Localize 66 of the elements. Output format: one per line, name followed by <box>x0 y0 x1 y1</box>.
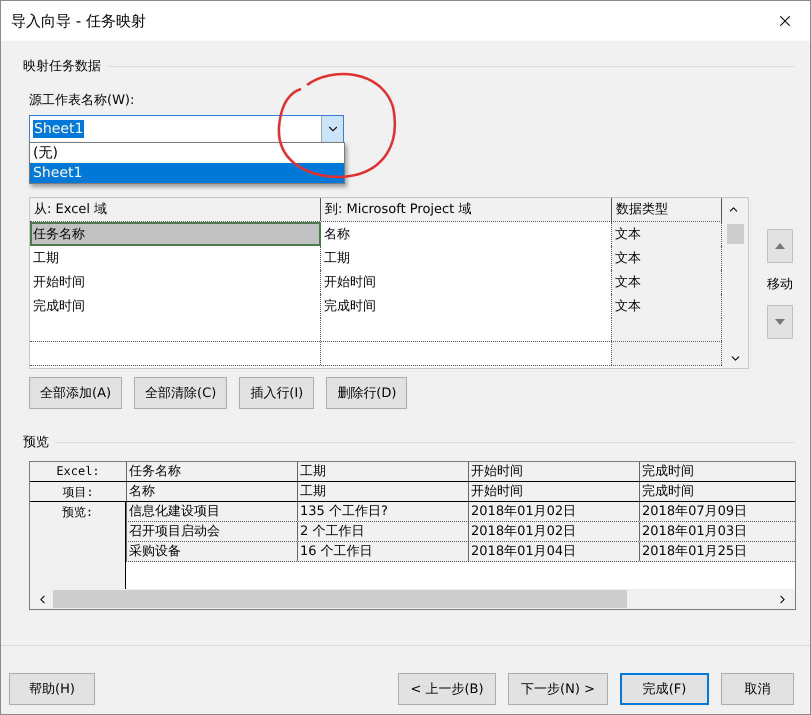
table-cell[interactable]: 任务名称 <box>30 222 321 246</box>
table-cell[interactable]: 完成时间 <box>30 294 321 318</box>
footer-button[interactable]: 帮助(H) <box>9 673 95 705</box>
footer-button[interactable]: 下一步(N) > <box>508 673 608 705</box>
preview-cell: 采购设备 <box>126 542 297 561</box>
table-cell[interactable] <box>612 342 722 365</box>
group-heading: 映射任务数据 <box>23 58 101 75</box>
preview-cell: 2 个工作日 <box>297 522 468 541</box>
preview-cell: 2018年01月02日 <box>468 502 639 521</box>
grid-button[interactable]: 插入行(I) <box>239 377 314 409</box>
move-up-button[interactable] <box>767 229 793 263</box>
preview-cell: 召开项目启动会 <box>126 522 297 541</box>
group-heading: 预览 <box>23 434 49 451</box>
column-header[interactable]: 到: Microsoft Project 域 <box>321 198 612 221</box>
footer-button[interactable]: 完成(F) <box>620 673 709 705</box>
column-header[interactable]: 从: Excel 域 <box>30 198 321 221</box>
dropdown-option[interactable]: Sheet1 <box>30 163 344 183</box>
window-title: 导入向导 - 任务映射 <box>11 12 146 30</box>
dropdown-button[interactable] <box>321 116 343 142</box>
preview-cell: 完成时间 <box>639 482 795 501</box>
preview-cell: 2018年01月02日 <box>468 522 639 541</box>
table-cell[interactable]: 文本 <box>612 294 722 318</box>
preview-cell: 2018年01月04日 <box>468 542 639 561</box>
move-down-button[interactable] <box>767 305 793 339</box>
preview-cell: 16 个工作日 <box>297 542 468 561</box>
preview-cell: 完成时间 <box>639 462 795 481</box>
table-cell[interactable]: 工期 <box>321 246 612 270</box>
table-cell[interactable]: 文本 <box>612 222 722 246</box>
grid-button[interactable]: 全部添加(A) <box>29 377 122 409</box>
table-cell[interactable]: 开始时间 <box>30 270 321 294</box>
table-cell[interactable] <box>612 318 722 341</box>
row-label: 项目: <box>61 484 95 501</box>
scrollbar-thumb[interactable] <box>53 590 627 608</box>
grid-button[interactable]: 删除行(D) <box>326 377 408 409</box>
preview-cell: 2018年01月25日 <box>639 542 795 561</box>
dropdown-option[interactable]: (无) <box>30 143 344 163</box>
sheet-dropdown[interactable]: Sheet1 <box>29 115 344 143</box>
column-header[interactable]: 数据类型 <box>612 198 722 221</box>
table-cell[interactable]: 名称 <box>321 222 612 246</box>
preview-cell: 2018年07月09日 <box>639 502 795 521</box>
preview-cell: 135 个工作日? <box>297 502 468 521</box>
table-cell[interactable]: 完成时间 <box>321 294 612 318</box>
table-cell[interactable]: 开始时间 <box>321 270 612 294</box>
table-cell[interactable]: 工期 <box>30 246 321 270</box>
row-label: 预览: <box>60 504 94 521</box>
grid-button[interactable]: 全部清除(C) <box>134 377 228 409</box>
preview-cell: 名称 <box>126 482 297 501</box>
preview-cell: 开始时间 <box>468 462 639 481</box>
table-cell[interactable]: 文本 <box>612 246 722 270</box>
footer-button[interactable]: 取消 <box>721 673 794 705</box>
triangle-up-icon <box>775 243 785 249</box>
dropdown-value: Sheet1 <box>33 120 84 138</box>
preview-cell: 任务名称 <box>126 462 297 481</box>
table-cell[interactable]: 文本 <box>612 270 722 294</box>
vertical-scrollbar[interactable] <box>722 198 748 368</box>
preview-cell: 开始时间 <box>468 482 639 501</box>
row-label: Excel: <box>55 463 101 480</box>
preview-cell: 2018年01月03日 <box>639 522 795 541</box>
preview-cell: 工期 <box>297 482 468 501</box>
field-label: 源工作表名称(W): <box>29 93 134 108</box>
move-label: 移动 <box>767 276 793 293</box>
preview-cell: 工期 <box>297 462 468 481</box>
footer-button[interactable]: < 上一步(B) <box>398 673 496 705</box>
triangle-down-icon <box>775 319 785 325</box>
preview-cell: 信息化建设项目 <box>126 502 297 521</box>
scrollbar-thumb[interactable] <box>726 224 744 244</box>
